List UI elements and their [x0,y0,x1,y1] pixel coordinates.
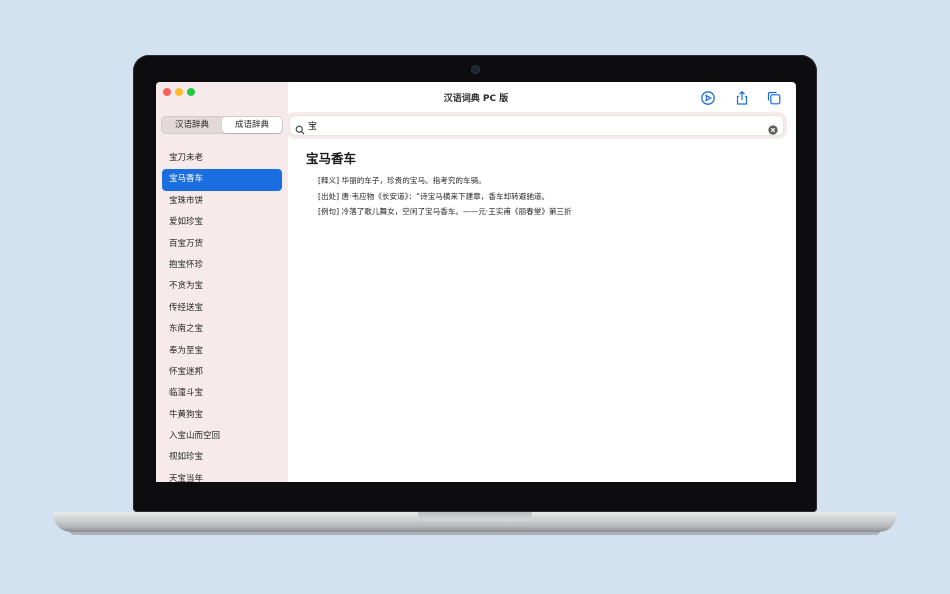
list-item[interactable]: 奉为至宝 [162,341,282,362]
share-icon[interactable] [734,90,750,106]
entry-title: 宝马香车 [306,151,357,166]
list-item[interactable]: 百宝万货 [162,234,282,255]
copy-icon[interactable] [766,90,782,106]
title-bar: 汉语词典 PC 版 [156,82,796,112]
list-item[interactable]: 抱宝怀珍 [162,255,282,276]
list-item[interactable]: 东南之宝 [162,319,282,340]
list-item[interactable]: 怀宝迷邦 [162,362,282,383]
search-icon [295,120,305,135]
tab-chinese-dictionary[interactable]: 汉语辞典 [162,117,222,133]
list-item[interactable]: 宝刀未老 [162,148,282,169]
list-item-selected[interactable]: 宝马香车 [162,169,282,191]
app-window: 汉语词典 PC 版 汉语辞典 成语辞典 宝刀未老 宝马香车 宝珠市饼 爱如珍宝 … [156,82,796,482]
entry-definition: [释义] 华丽的车子，珍贵的宝马。指考究的车骑。 [318,176,486,185]
laptop-shadow [70,531,880,535]
list-item[interactable]: 天宝当年 [162,469,282,482]
search-input[interactable] [308,117,758,133]
list-item[interactable]: 传经送宝 [162,298,282,319]
clear-search-icon[interactable] [768,120,778,135]
list-item[interactable]: 不贪为宝 [162,276,282,297]
list-item[interactable]: 宝珠市饼 [162,191,282,212]
entry-example: [例句] 冷落了歌儿舞女，空闲了宝马香车。——元·王实甫《丽春堂》第三折 [318,207,572,216]
tab-idiom-dictionary[interactable]: 成语辞典 [222,117,282,133]
laptop-notch [418,512,532,521]
camera-icon [472,66,479,73]
list-item[interactable]: 临潼斗宝 [162,383,282,404]
dictionary-tabs: 汉语辞典 成语辞典 [161,116,283,134]
idiom-list: 宝刀未老 宝马香车 宝珠市饼 爱如珍宝 百宝万货 抱宝怀珍 不贪为宝 传经送宝 … [162,148,282,482]
entry-detail: 宝马香车 [释义] 华丽的车子，珍贵的宝马。指考究的车骑。 [出处] 唐·韦应物… [306,148,786,220]
search-bar [289,115,784,136]
list-item[interactable]: 视如珍宝 [162,447,282,468]
list-item[interactable]: 牛黄狗宝 [162,405,282,426]
list-item[interactable]: 入宝山而空回 [162,426,282,447]
entry-source: [出处] 唐·韦应物《长安道》：“诗宝马横来下建章，香车却转避驰道。 [318,191,550,201]
list-item[interactable]: 爱如珍宝 [162,212,282,233]
compass-icon[interactable] [700,90,716,106]
